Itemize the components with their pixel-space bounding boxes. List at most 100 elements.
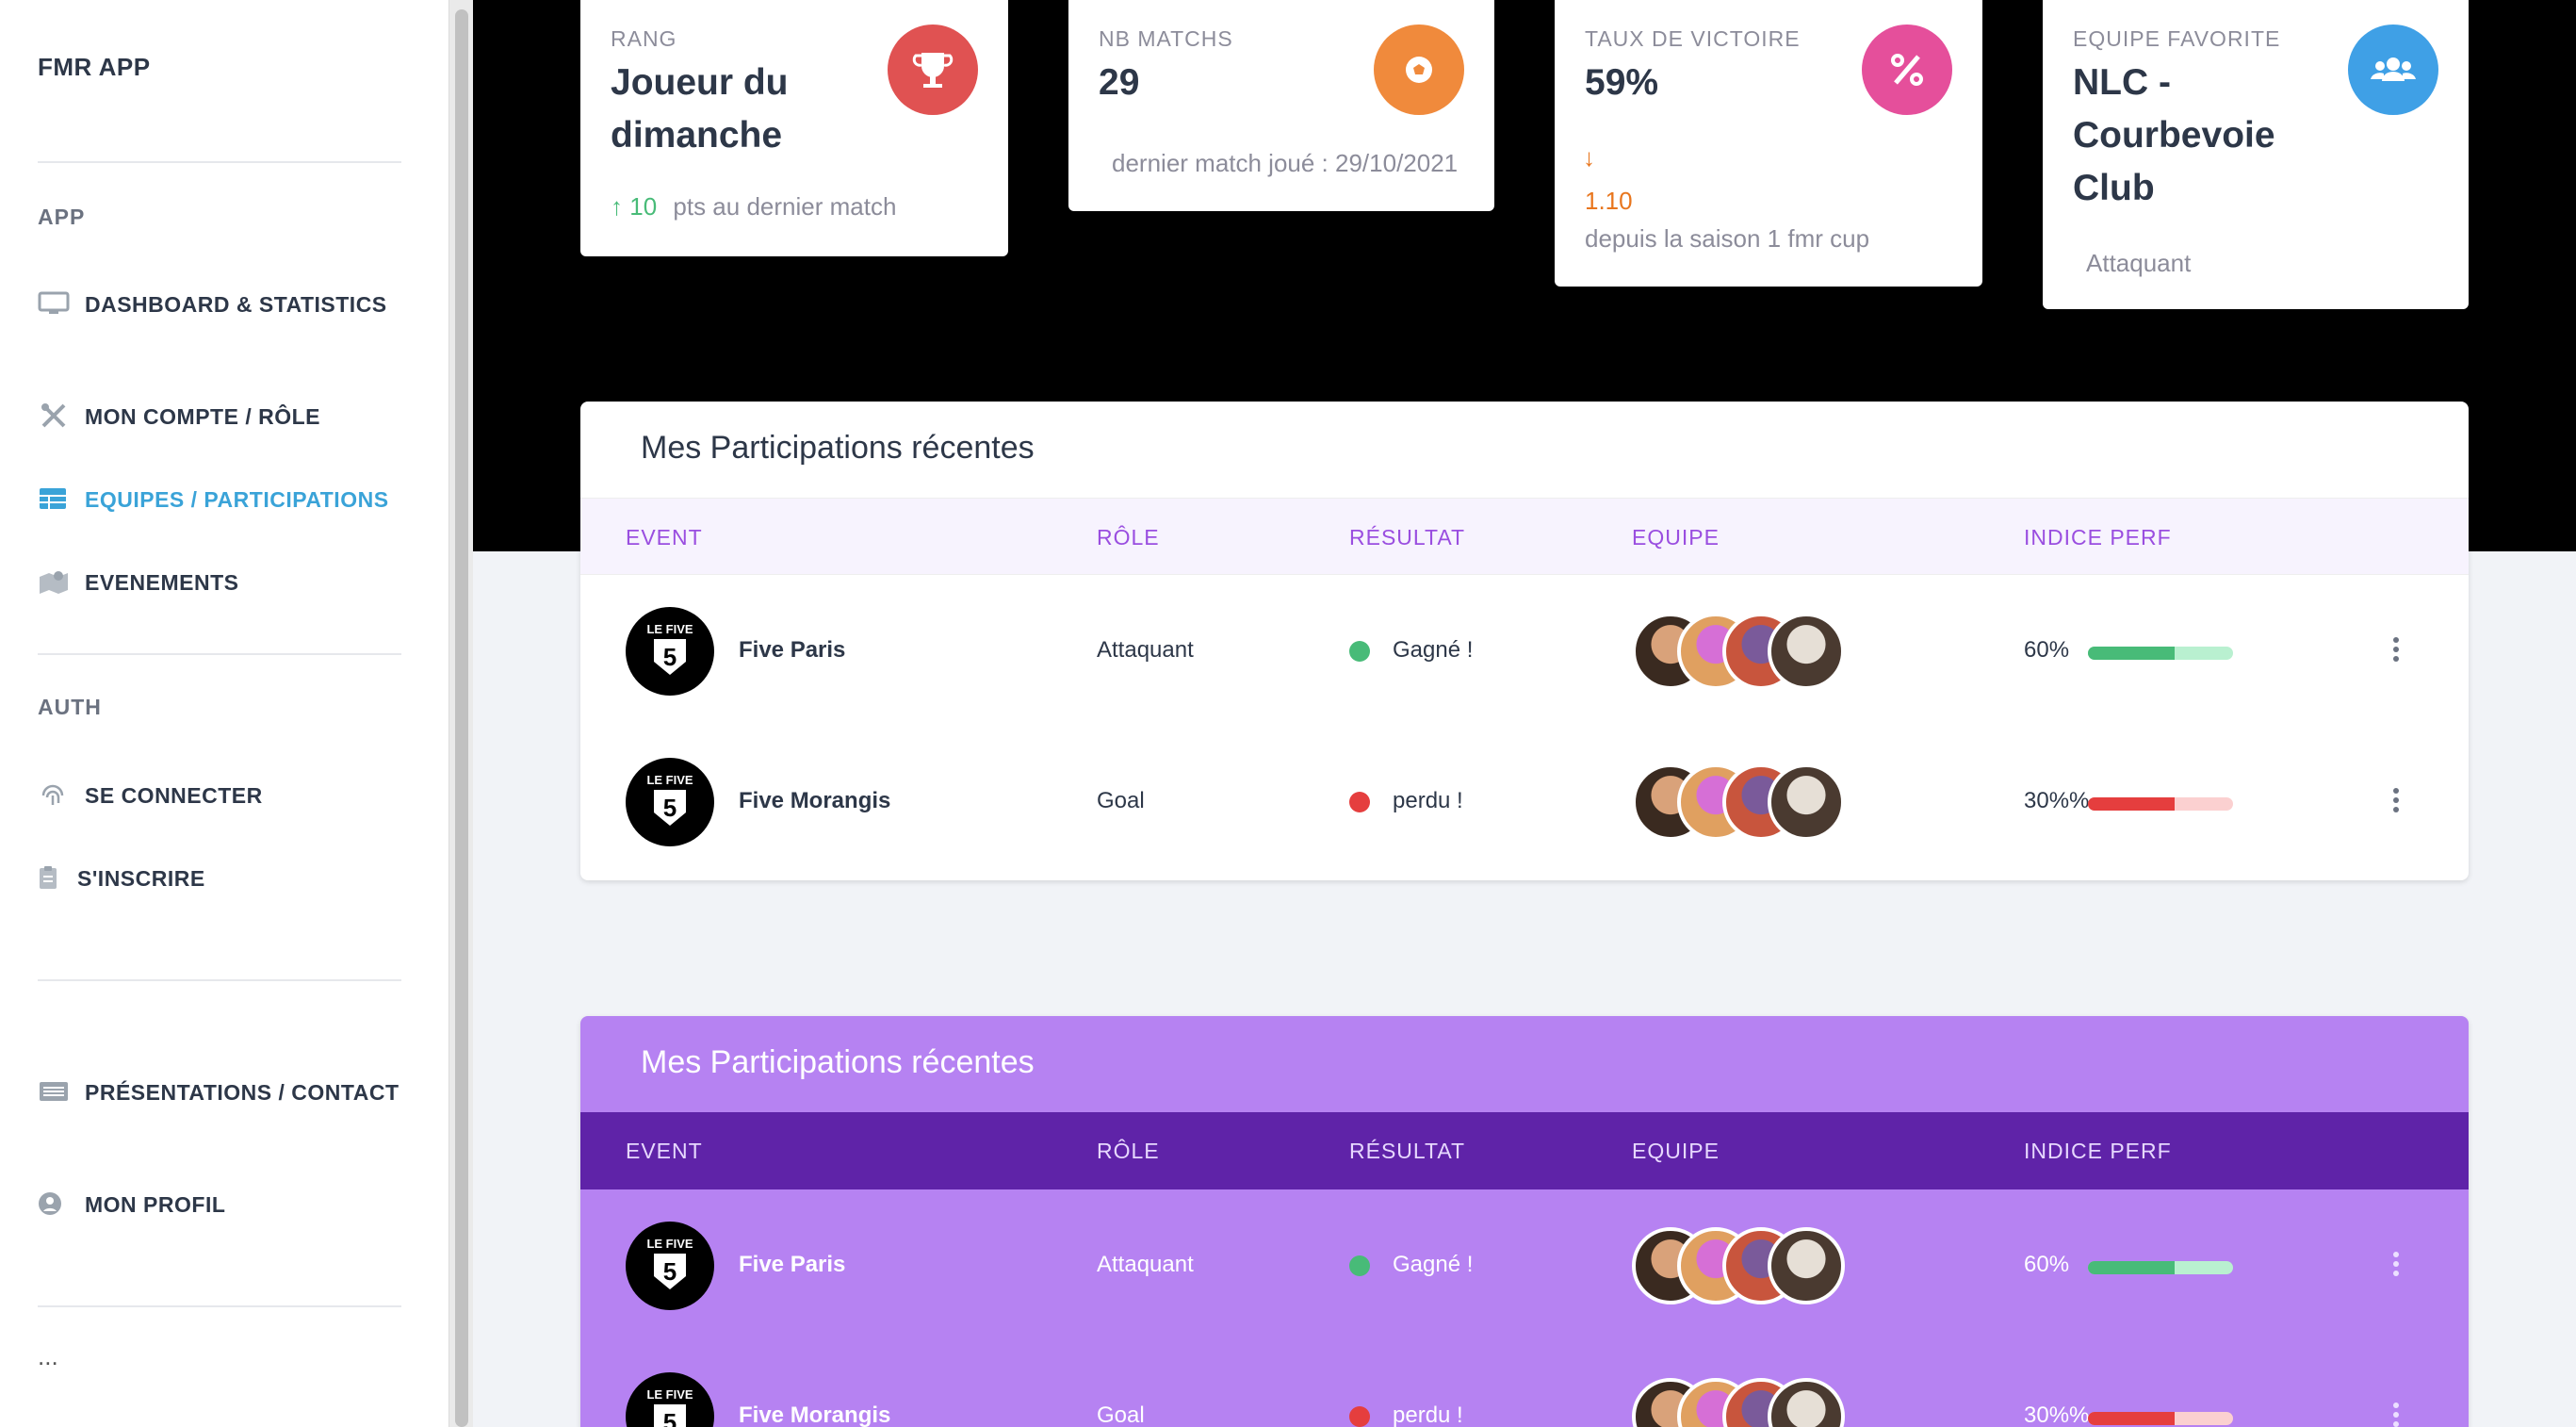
more-options-icon[interactable] [2393,788,2401,814]
perf-progress-bar [2088,1261,2233,1274]
percent-icon [1862,25,1952,115]
table-row[interactable]: LE FIVE 5 Five Paris Attaquant Gagné ! 60% [580,575,2469,726]
more-options-icon[interactable] [2393,637,2401,664]
stat-value: 29 [1099,62,1140,103]
stat-card-winrate: TAUX DE VICTOIRE 59% ↓ 1.10 depuis la sa… [1555,0,1982,287]
column-header[interactable]: RÔLE [1097,1139,1160,1164]
perf-value: 30%% [2024,788,2090,813]
result-status-dot [1349,1406,1370,1427]
column-header[interactable]: EQUIPE [1632,525,1720,550]
clipboard-icon [38,865,62,890]
soccer-ball-icon [1374,25,1464,115]
trophy-icon [888,25,978,115]
table-row[interactable]: LE FIVE 5 Five Morangis Goal perdu ! 30%% [580,1340,2469,1427]
table-header: EVENT RÔLE RÉSULTAT EQUIPE INDICE PERF [580,1112,2469,1189]
more-options-icon[interactable] [2393,1252,2401,1278]
sidebar-item-profile[interactable]: MON PROFIL [38,1189,415,1221]
trend-text: depuis la saison 1 fmr cup [1585,224,1870,253]
event-name[interactable]: Five Morangis [739,1402,890,1427]
avatar[interactable] [1768,613,1845,690]
stat-label: TAUX DE VICTOIRE [1585,26,1801,51]
table-row[interactable]: LE FIVE 5 Five Morangis Goal perdu ! 30%% [580,726,2469,877]
result-status-dot [1349,792,1370,812]
logo-text: LE FIVE [646,622,693,636]
logo-number: 5 [663,1257,677,1286]
five-logo: LE FIVE 5 [626,1372,714,1427]
section-app: APP [38,205,86,229]
logo-text: LE FIVE [646,1387,693,1402]
result-cell: perdu ! [1393,788,1463,813]
sidebar-item-teams[interactable]: EQUIPES / PARTICIPATIONS [38,484,415,516]
participations-panel-light: Mes Participations récentes EVENT RÔLE R… [580,402,2469,880]
avatar[interactable] [1768,1227,1845,1304]
column-header[interactable]: INDICE PERF [2024,1139,2172,1164]
users-icon [2348,25,2438,115]
stat-card-favorite-team: EQUIPE FAVORITE NLC - Courbevoie Club At… [2043,0,2469,309]
five-logo: LE FIVE 5 [626,758,714,846]
scroll-thumb[interactable] [455,9,468,1427]
sidebar-item-label: MON PROFIL [85,1192,226,1217]
logo-number: 5 [663,1408,677,1427]
user-circle-icon [38,1191,70,1216]
sidebar-item-label: MON COMPTE / RÔLE [85,404,320,429]
divider [38,1305,401,1307]
fingerprint-icon [38,782,70,807]
list-icon [38,1079,70,1104]
event-name[interactable]: Five Paris [739,1252,845,1278]
column-header[interactable]: RÔLE [1097,525,1160,550]
perf-value: 60% [2024,637,2070,663]
logo-text: LE FIVE [646,773,693,787]
column-header[interactable]: INDICE PERF [2024,525,2172,550]
result-cell: perdu ! [1393,1402,1463,1427]
stat-label: EQUIPE FAVORITE [2073,26,2281,51]
more-indicator[interactable]: ... [38,1342,58,1371]
five-logo: LE FIVE 5 [626,607,714,696]
panel-title: Mes Participations récentes [641,1044,1035,1080]
sidebar-item-dashboard[interactable]: DASHBOARD & STATISTICS [38,288,415,320]
perf-value: 60% [2024,1252,2070,1277]
perf-progress-fill [2088,647,2176,660]
role-cell: Attaquant [1097,637,1194,663]
last-match-note: dernier match joué : 29/10/2021 [1112,149,1459,177]
sidebar-item-account[interactable]: MON COMPTE / RÔLE [38,401,415,433]
column-header[interactable]: EVENT [626,525,703,550]
sidebar-item-label: EVENEMENTS [85,570,239,595]
event-name[interactable]: Five Paris [739,637,845,664]
result-status-dot [1349,1255,1370,1276]
column-header[interactable]: RÉSULTAT [1349,1139,1465,1164]
stat-value: Joueur du dimanche [611,62,789,156]
panel-title: Mes Participations récentes [641,430,1035,466]
result-cell: Gagné ! [1393,1252,1474,1277]
result-status-dot [1349,641,1370,662]
trend-value: 10 [629,192,658,221]
more-options-icon[interactable] [2393,1402,2401,1427]
column-header[interactable]: EQUIPE [1632,1139,1720,1164]
sidebar: FMR APP APP DASHBOARD & STATISTICS MON C… [0,0,448,1427]
arrow-down-icon: ↓ [1583,143,1595,172]
divider [38,979,401,981]
team-avatars [1632,1227,1858,1306]
section-auth: AUTH [38,695,102,719]
team-avatars [1632,613,1858,692]
sidebar-item-login[interactable]: SE CONNECTER [38,779,415,812]
event-name[interactable]: Five Morangis [739,788,890,814]
result-cell: Gagné ! [1393,637,1474,663]
team-avatars [1632,763,1858,843]
stat-card-rank: RANG Joueur du dimanche ↑ 10 pts au dern… [580,0,1008,256]
sidebar-scrollbar[interactable] [448,0,473,1427]
avatar[interactable] [1768,763,1845,841]
brand-title[interactable]: FMR APP [38,53,151,82]
sidebar-item-register[interactable]: S'INSCRIRE [38,862,415,894]
column-header[interactable]: EVENT [626,1139,703,1164]
sidebar-item-events[interactable]: EVENEMENTS [38,566,415,599]
table-row[interactable]: LE FIVE 5 Five Paris Attaquant Gagné ! 60% [580,1189,2469,1340]
column-header[interactable]: RÉSULTAT [1349,525,1465,550]
sidebar-item-label: SE CONNECTER [85,783,263,808]
arrow-up-icon: ↑ [611,192,623,221]
monitor-icon [38,291,70,316]
stat-card-matches: NB MATCHS 29 dernier match joué : 29/10/… [1068,0,1494,211]
sidebar-item-presentations[interactable]: PRÉSENTATIONS / CONTACT [38,1076,415,1108]
divider [38,653,401,655]
stat-value: 59% [1585,62,1659,103]
stat-label: NB MATCHS [1099,26,1233,51]
